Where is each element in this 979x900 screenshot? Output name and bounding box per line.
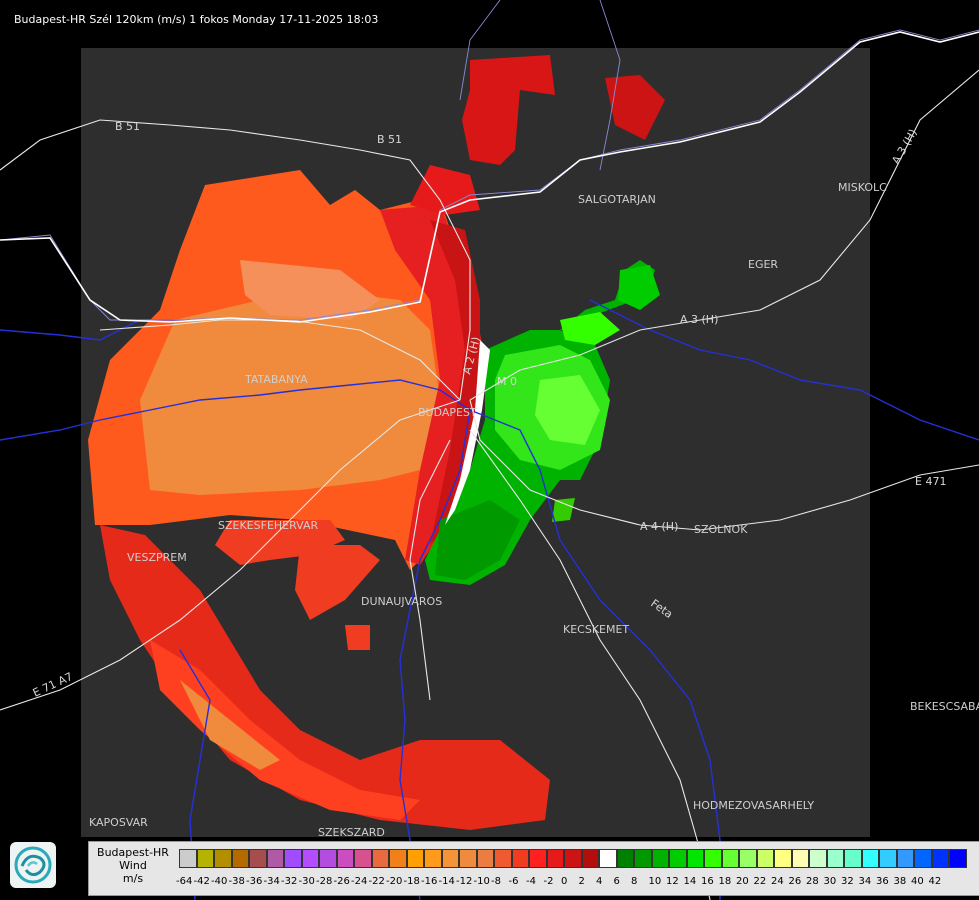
legend-swatch [599, 849, 617, 868]
legend-swatch [616, 849, 634, 868]
legend-swatch [809, 849, 827, 868]
map-title: Budapest-HR Szél 120km (m/s) 1 fokos Mon… [14, 13, 379, 26]
city-label: VESZPREM [127, 551, 187, 564]
legend-swatch [756, 849, 774, 868]
city-label: KECSKEMET [563, 623, 629, 636]
legend-swatch [511, 849, 529, 868]
legend-swatch [774, 849, 792, 868]
legend-unit: m/s [122, 872, 144, 885]
legend-swatch [284, 849, 302, 868]
legend-swatch [336, 849, 354, 868]
city-label: DUNAUJVAROS [361, 595, 442, 608]
legend-swatch [914, 849, 932, 868]
legend-swatch [704, 849, 722, 868]
legend-swatch [301, 849, 319, 868]
city-label: MISKOLC [838, 181, 887, 194]
legend-swatch [844, 849, 862, 868]
legend-swatch [424, 849, 442, 868]
legend-swatch [231, 849, 249, 868]
color-legend: Budapest-HR Wind m/s -64 -42 -40 -38 -36 -34-… [88, 841, 979, 896]
legend-swatch [931, 849, 949, 868]
road-label: B 51 [115, 120, 140, 133]
radar-map[interactable]: SALGOTARJAN MISKOLC EGER TATABANYA BUDAP… [0, 0, 979, 900]
legend-swatch [494, 849, 512, 868]
legend-swatch [441, 849, 459, 868]
legend-swatch [634, 849, 652, 868]
city-label: EGER [748, 258, 778, 271]
city-label: SZEKESFEHERVAR [218, 519, 319, 532]
legend-swatch [861, 849, 879, 868]
legend-swatch [896, 849, 914, 868]
road-label: A 3 (H) [680, 313, 718, 326]
legend-swatch [459, 849, 477, 868]
legend-swatch [739, 849, 757, 868]
city-label: HODMEZOVASARHELY [693, 799, 814, 812]
legend-swatch [581, 849, 599, 868]
legend-swatch [791, 849, 809, 868]
legend-swatch [721, 849, 739, 868]
legend-swatch [564, 849, 582, 868]
legend-swatch [266, 849, 284, 868]
legend-swatch [249, 849, 267, 868]
legend-swatch [214, 849, 232, 868]
road-label: M 0 [497, 375, 517, 388]
legend-swatch [879, 849, 897, 868]
legend-quantity: Wind [119, 859, 147, 872]
city-label: SALGOTARJAN [578, 193, 656, 206]
legend-swatch [406, 849, 424, 868]
legend-tick-label: 42 [928, 876, 942, 887]
city-label: SZOLNOK [694, 523, 748, 536]
legend-ticks: -64 -42 -40 -38 -36 -34 -32 -30 -28 -26 -24 -22 -20-… [176, 876, 949, 890]
legend-swatch [686, 849, 704, 868]
legend-swatch [826, 849, 844, 868]
legend-swatch [669, 849, 687, 868]
city-label: KAPOSVAR [89, 816, 148, 829]
legend-swatch [546, 849, 564, 868]
legend-swatch [196, 849, 214, 868]
city-label: TATABANYA [244, 373, 308, 386]
legend-swatch [371, 849, 389, 868]
legend-swatches [179, 849, 967, 870]
legend-swatch [651, 849, 669, 868]
legend-swatch [476, 849, 494, 868]
legend-swatch [949, 849, 967, 868]
road-label: A 4 (H) [640, 520, 678, 533]
legend-swatch [529, 849, 547, 868]
city-label: BEKESCSABA [910, 700, 979, 713]
road-label: E 471 [915, 475, 946, 488]
road-label: A 3 (H) [889, 127, 919, 167]
legend-swatch [389, 849, 407, 868]
swirl-logo-icon [10, 842, 56, 888]
legend-swatch [179, 849, 197, 868]
legend-swatch [354, 849, 372, 868]
city-label: BUDAPEST [418, 406, 477, 419]
road-label: E 71 A7 [31, 670, 75, 700]
legend-swatch [319, 849, 337, 868]
city-label: SZEKSZARD [318, 826, 385, 839]
road-label: B 51 [377, 133, 402, 146]
legend-station: Budapest-HR [97, 846, 169, 859]
